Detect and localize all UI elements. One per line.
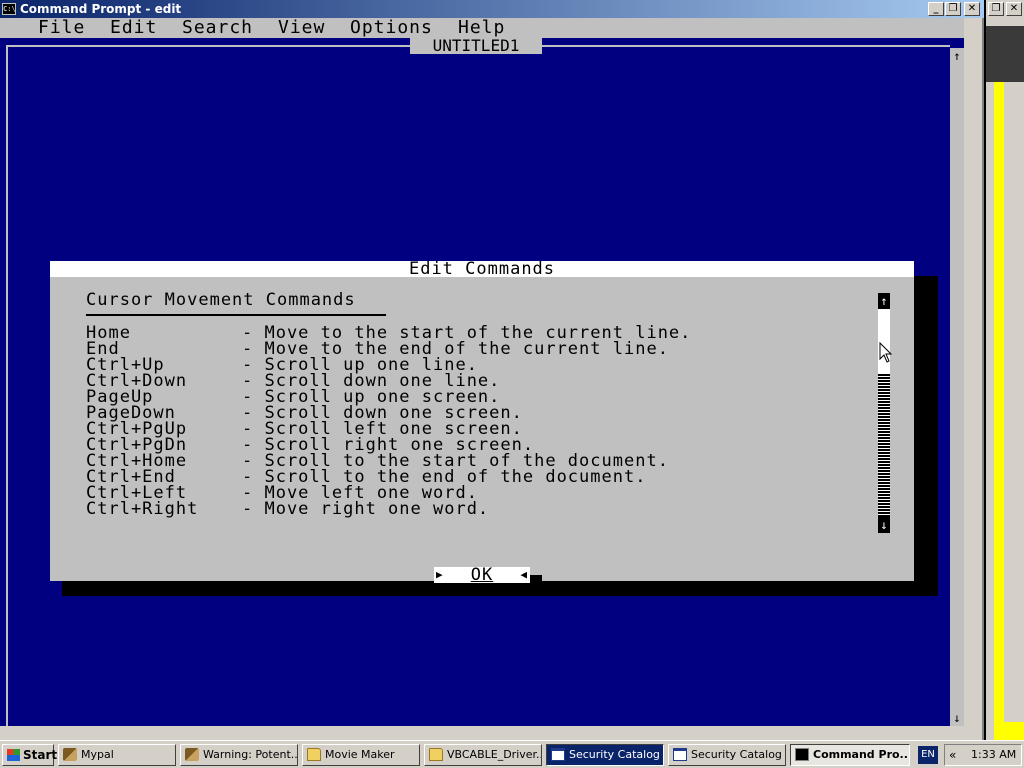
scroll-down-arrow-icon[interactable]: ↓ [950, 710, 964, 726]
menu-options[interactable]: Options [350, 18, 433, 38]
taskbar-item-command-prompt[interactable]: Command Pro... [790, 744, 910, 766]
menu-file[interactable]: File [38, 18, 85, 38]
dialog-scrollbar[interactable]: ↑ ↓ [878, 293, 890, 533]
language-indicator[interactable]: EN [918, 746, 938, 764]
menu-search[interactable]: Search [182, 18, 253, 38]
start-button[interactable]: Start [2, 744, 58, 766]
menu-edit[interactable]: Edit [110, 18, 157, 38]
window-title: Command Prompt - edit [20, 2, 182, 16]
ok-button[interactable]: ▶ OK ◀ [434, 565, 530, 585]
minimize-button[interactable]: _ [928, 2, 944, 16]
edit-commands-dialog: Edit Commands Cursor Movement Commands H… [50, 261, 914, 591]
background-window[interactable]: ❐ ✕ [986, 0, 1024, 742]
taskbar-item-vbcable[interactable]: VBCABLE_Driver... [424, 744, 542, 766]
taskbar-item-warning[interactable]: Warning: Potent... [180, 744, 298, 766]
taskbar-item-label: Movie Maker [325, 748, 395, 761]
folder-icon [307, 748, 321, 761]
edit-console[interactable]: File Edit Search View Options Help UNTIT… [0, 18, 964, 726]
taskbar: Start Mypal Warning: Potent... Movie Mak… [0, 740, 1024, 768]
restore-button[interactable]: ❐ [988, 2, 1004, 16]
editor-scrollbar[interactable]: ↑ ↓ [950, 48, 964, 726]
document-icon [551, 748, 565, 761]
command-row: Ctrl+Right - Move right one word. [86, 499, 691, 519]
heading-underline [86, 314, 386, 316]
taskbar-item-label: Command Pro... [813, 748, 910, 761]
taskbar-item-label: Security Catalog [569, 748, 660, 761]
taskbar-item-security-catalog-2[interactable]: Security Catalog [668, 744, 786, 766]
menu-bar: File Edit Search View Options Help [0, 18, 964, 38]
close-button[interactable]: ✕ [1006, 2, 1022, 16]
command-prompt-window: C:\ Command Prompt - edit _ ❐ ✕ File Edi… [0, 0, 984, 742]
command-prompt-icon [795, 748, 809, 761]
taskbar-item-label: VBCABLE_Driver... [447, 748, 542, 761]
start-label: Start [23, 748, 58, 762]
menu-view[interactable]: View [278, 18, 325, 38]
taskbar-item-mypal[interactable]: Mypal [58, 744, 176, 766]
document-icon [673, 748, 687, 761]
taskbar-item-security-catalog[interactable]: Security Catalog [546, 744, 664, 766]
taskbar-item-movie-maker[interactable]: Movie Maker [302, 744, 420, 766]
command-description: - Move right one word. [242, 499, 490, 519]
tray-expand-icon[interactable]: « [949, 745, 956, 765]
mouse-cursor-icon [879, 342, 893, 363]
taskbar-item-label: Security Catalog [691, 748, 782, 761]
dialog-scroll-down-icon[interactable]: ↓ [878, 517, 890, 533]
clock[interactable]: 1:33 AM [971, 745, 1016, 765]
command-prompt-icon: C:\ [2, 3, 16, 15]
right-triangle-icon: ▶ [436, 568, 444, 581]
command-key: Ctrl+Right [86, 499, 199, 519]
dialog-title: Edit Commands [50, 261, 914, 278]
folder-icon [429, 748, 443, 761]
dialog-scroll-track[interactable] [878, 373, 890, 517]
app-icon [63, 748, 77, 761]
menu-help[interactable]: Help [458, 18, 505, 38]
title-bar[interactable]: C:\ Command Prompt - edit _ ❐ ✕ [0, 0, 984, 18]
dialog-heading: Cursor Movement Commands [86, 290, 356, 310]
dialog-scroll-up-icon[interactable]: ↑ [878, 293, 890, 309]
background-window-toolbar [986, 26, 1024, 82]
editor-frame-left [6, 45, 10, 726]
ok-label: OK [470, 565, 494, 585]
warning-icon [185, 748, 199, 761]
system-tray: « 1:33 AM [944, 744, 1022, 766]
scroll-up-arrow-icon[interactable]: ↑ [950, 48, 964, 64]
background-window-scrollbar[interactable] [1004, 82, 1024, 722]
left-triangle-icon: ◀ [520, 568, 528, 581]
taskbar-item-label: Warning: Potent... [203, 748, 298, 761]
taskbar-item-label: Mypal [81, 748, 114, 761]
restore-button[interactable]: ❐ [945, 2, 961, 16]
windows-logo-icon [7, 749, 20, 761]
command-list: Home - Move to the start of the current l… [86, 325, 691, 519]
close-button[interactable]: ✕ [964, 2, 980, 16]
document-title: UNTITLED1 [410, 38, 542, 54]
